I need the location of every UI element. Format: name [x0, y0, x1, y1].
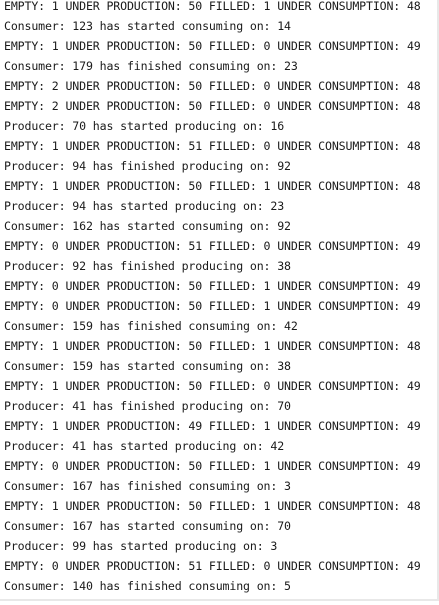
console-line: EMPTY: 0 UNDER PRODUCTION: 50 FILLED: 1 …	[4, 299, 421, 313]
console-line: Producer: 94 has started producing on: 2…	[4, 199, 285, 213]
console-line: Producer: 41 has started producing on: 4…	[4, 439, 285, 453]
console-line: EMPTY: 0 UNDER PRODUCTION: 50 FILLED: 1 …	[4, 459, 421, 473]
console-line: Producer: 99 has started producing on: 3	[4, 539, 278, 553]
console-line: Consumer: 167 has finished consuming on:…	[4, 479, 291, 493]
console-line: EMPTY: 0 UNDER PRODUCTION: 51 FILLED: 0 …	[4, 239, 421, 253]
console-line: Producer: 41 has finished producing on: …	[4, 399, 291, 413]
console-line: Consumer: 159 has finished consuming on:…	[4, 319, 298, 333]
console-line: EMPTY: 1 UNDER PRODUCTION: 49 FILLED: 1 …	[4, 419, 421, 433]
console-line: EMPTY: 1 UNDER PRODUCTION: 50 FILLED: 1 …	[4, 0, 421, 13]
console-line: EMPTY: 1 UNDER PRODUCTION: 50 FILLED: 1 …	[4, 339, 421, 353]
console-line: EMPTY: 2 UNDER PRODUCTION: 50 FILLED: 0 …	[4, 79, 421, 93]
console-line: Consumer: 159 has started consuming on: …	[4, 359, 291, 373]
console-line: EMPTY: 0 UNDER PRODUCTION: 50 FILLED: 1 …	[4, 279, 421, 293]
console-output[interactable]: EMPTY: 1 UNDER PRODUCTION: 50 FILLED: 1 …	[0, 0, 439, 601]
console-line: EMPTY: 1 UNDER PRODUCTION: 50 FILLED: 1 …	[4, 179, 421, 193]
console-line: EMPTY: 0 UNDER PRODUCTION: 51 FILLED: 0 …	[4, 559, 421, 573]
console-line: EMPTY: 1 UNDER PRODUCTION: 51 FILLED: 0 …	[4, 139, 421, 153]
console-line: Producer: 92 has finished producing on: …	[4, 259, 291, 273]
console-line: Consumer: 167 has started consuming on: …	[4, 519, 291, 533]
horizontal-scrollbar[interactable]	[0, 599, 439, 601]
console-line: EMPTY: 1 UNDER PRODUCTION: 50 FILLED: 1 …	[4, 499, 421, 513]
console-line: Consumer: 162 has started consuming on: …	[4, 219, 291, 233]
console-line: Consumer: 140 has finished consuming on:…	[4, 579, 291, 593]
console-line: Consumer: 123 has started consuming on: …	[4, 19, 291, 33]
console-line: EMPTY: 1 UNDER PRODUCTION: 50 FILLED: 0 …	[4, 39, 421, 53]
console-line: Consumer: 179 has finished consuming on:…	[4, 59, 298, 73]
console-line: EMPTY: 2 UNDER PRODUCTION: 50 FILLED: 0 …	[4, 99, 421, 113]
console-lines: EMPTY: 1 UNDER PRODUCTION: 50 FILLED: 1 …	[4, 0, 439, 596]
console-line: Producer: 94 has finished producing on: …	[4, 159, 291, 173]
console-line: EMPTY: 1 UNDER PRODUCTION: 50 FILLED: 0 …	[4, 379, 421, 393]
console-line: Producer: 70 has started producing on: 1…	[4, 119, 285, 133]
